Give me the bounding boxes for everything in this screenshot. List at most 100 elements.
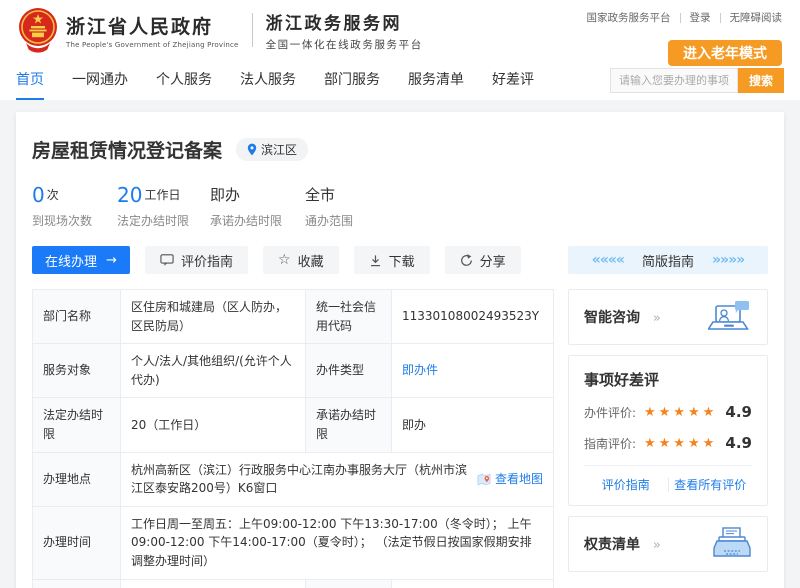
- promise-deadline-value: 即办: [392, 398, 553, 451]
- nav-item-rating[interactable]: 好差评: [492, 60, 534, 100]
- accessibility-link[interactable]: 无障碍阅读: [730, 10, 783, 25]
- service-info-table: 部门名称 区住房和城建局（区人防办，区民防局） 统一社会信用代码 1133010…: [32, 289, 554, 588]
- legal-deadline-value: 20（工作日）: [121, 398, 306, 451]
- star-rating-icons: ★★★★★: [644, 405, 725, 420]
- action-buttons: 在线办理 → 评价指南 ☆ 收藏 下载: [32, 246, 554, 274]
- title-row: 房屋租赁情况登记备案 滨江区: [32, 136, 768, 163]
- nav-item-home[interactable]: 首页: [16, 60, 44, 100]
- stat-unit: 次: [47, 186, 59, 205]
- dept-value: 区住房和城建局（区人防办，区民防局）: [121, 290, 306, 343]
- typewriter-icon: [712, 527, 752, 561]
- stats-strip: 0次 到现场次数 20工作日 法定办结时限 即办 承诺办结时限 全市 通办范围: [32, 181, 768, 229]
- actions-row: 在线办理 → 评价指南 ☆ 收藏 下载: [32, 246, 768, 274]
- nav-item-legal-person[interactable]: 法人服务: [240, 60, 296, 100]
- gov-title-block: 浙江省人民政府 The People's Government of Zheji…: [66, 12, 239, 49]
- smart-consult-title-row: 智能咨询 »: [584, 307, 661, 327]
- target-value: 个人/法人/其他组织/(允许个人代办): [121, 344, 306, 397]
- view-all-ratings-link[interactable]: 查看所有评价: [669, 476, 753, 493]
- star-outline-icon: ☆: [278, 253, 291, 267]
- location-label: 办理地点: [33, 453, 121, 506]
- table-row-contacts: 咨询方式 咨询电话：全国统一咨询投诉热线0571-12345 咨询地址：杭州高新…: [33, 580, 553, 588]
- elder-mode-button[interactable]: 进入老年模式: [668, 40, 782, 66]
- stat-legal-deadline: 20工作日 法定办结时限: [117, 181, 210, 229]
- duty-list-title-row: 权责清单 »: [584, 534, 661, 554]
- case-type-value: 即办件: [392, 344, 553, 397]
- arrow-right-icon: →: [106, 253, 117, 268]
- rating-score: 4.9: [725, 403, 752, 421]
- right-sidebar: 智能咨询 » 事项好差评: [568, 289, 768, 588]
- rating-row-case: 办件评价: ★★★★★ 4.9: [584, 403, 752, 421]
- consult-value-cell: 咨询电话：全国统一咨询投诉热线0571-12345 咨询地址：杭州高新区（滨江）…: [121, 580, 306, 588]
- favorite-button[interactable]: ☆ 收藏: [263, 246, 339, 274]
- stat-label: 法定办结时限: [117, 212, 210, 229]
- rating-panel: 事项好差评 办件评价: ★★★★★ 4.9 指南评价: ★★★★★ 4.9 评价…: [568, 355, 768, 506]
- legal-deadline-label: 法定办结时限: [33, 398, 121, 451]
- national-platform-link[interactable]: 国家政务服务平台: [587, 10, 671, 25]
- rate-guide-label: 评价指南: [181, 251, 233, 270]
- login-link[interactable]: 登录: [690, 10, 711, 25]
- duty-list-title: 权责清单: [584, 537, 640, 553]
- consult-label: 咨询方式: [33, 580, 121, 588]
- search-input[interactable]: [610, 68, 738, 93]
- share-button[interactable]: 分享: [445, 246, 521, 274]
- credit-code-value: 11330108002493523Y: [392, 290, 553, 343]
- rating-panel-title: 事项好差评: [584, 369, 752, 390]
- content-columns: 部门名称 区住房和城建局（区人防办，区民防局） 统一社会信用代码 1133010…: [32, 289, 768, 588]
- nav-item-department[interactable]: 部门服务: [324, 60, 380, 100]
- online-apply-label: 在线办理: [45, 251, 97, 270]
- portal-title-block: 浙江政务服务网 全国一体化在线政务服务平台: [266, 9, 423, 52]
- double-arrow-icon: »: [653, 311, 661, 326]
- view-map-label: 查看地图: [495, 470, 543, 489]
- stat-label: 承诺办结时限: [210, 212, 305, 229]
- brand-block: 浙江省人民政府 The People's Government of Zheji…: [18, 6, 423, 54]
- page-title: 房屋租赁情况登记备案: [32, 136, 222, 163]
- site-header: 浙江省人民政府 The People's Government of Zheji…: [0, 0, 800, 60]
- rating-label: 指南评价:: [584, 435, 644, 452]
- table-row-department: 部门名称 区住房和城建局（区人防办，区民防局） 统一社会信用代码 1133010…: [33, 290, 553, 344]
- portal-name: 浙江政务服务网: [266, 9, 423, 34]
- district-name: 滨江区: [261, 141, 297, 158]
- map-icon: [477, 473, 491, 486]
- stat-value: 0: [32, 185, 45, 205]
- gov-name: 浙江省人民政府: [66, 12, 239, 39]
- favorite-label: 收藏: [298, 251, 324, 270]
- stat-value: 20: [117, 185, 142, 205]
- case-type-link[interactable]: 即办件: [402, 361, 438, 380]
- complaint-value-cell: 投诉电话：全国统一咨询投诉热线0571-12345 投诉地址：杭州高新区（滨江）…: [392, 580, 553, 588]
- rating-links-row: 评价指南 查看所有评价: [584, 465, 752, 493]
- rating-score: 4.9: [725, 434, 752, 452]
- duty-list-card[interactable]: 权责清单 »: [568, 516, 768, 572]
- location-value-cell: 杭州高新区（滨江）行政服务中心江南办事服务大厅（杭州市滨江区泰安路200号）K6…: [121, 453, 553, 506]
- nav-item-personal[interactable]: 个人服务: [156, 60, 212, 100]
- smart-consult-title: 智能咨询: [584, 310, 640, 326]
- hours-value: 工作日周一至周五：上午09:00-12:00 下午13:30-17:00（冬令时…: [121, 507, 553, 579]
- case-type-label: 办件类型: [306, 344, 392, 397]
- view-map-link[interactable]: 查看地图: [477, 470, 543, 489]
- gov-name-en: The People's Government of Zhejiang Prov…: [66, 41, 239, 49]
- smart-consult-card[interactable]: 智能咨询 »: [568, 289, 768, 345]
- nav-item-one-network[interactable]: 一网通办: [72, 60, 128, 100]
- download-button[interactable]: 下载: [354, 246, 430, 274]
- rate-guide-button[interactable]: 评价指南: [145, 246, 248, 274]
- search-button[interactable]: 搜索: [738, 68, 784, 93]
- national-emblem-icon: [18, 6, 58, 54]
- quick-guide-bar[interactable]: «««« 简版指南 »»»»: [568, 246, 768, 274]
- district-badge[interactable]: 滨江区: [236, 138, 308, 161]
- stat-promise-deadline: 即办 承诺办结时限: [210, 181, 305, 229]
- stat-value: 全市: [305, 188, 335, 205]
- chevrons-left-icon: ««««: [592, 252, 624, 268]
- rating-label: 办件评价:: [584, 404, 644, 421]
- top-link-divider: [720, 13, 721, 23]
- dept-label: 部门名称: [33, 290, 121, 343]
- stat-label: 到现场次数: [32, 212, 117, 229]
- stat-value: 即办: [210, 188, 240, 205]
- laptop-chat-icon: [708, 300, 752, 334]
- rating-guide-link[interactable]: 评价指南: [584, 476, 668, 493]
- target-label: 服务对象: [33, 344, 121, 397]
- stat-onsite-visits: 0次 到现场次数: [32, 181, 117, 229]
- online-apply-button[interactable]: 在线办理 →: [32, 246, 130, 274]
- chat-bubble-icon: [160, 254, 174, 267]
- table-row-deadline: 法定办结时限 20（工作日） 承诺办结时限 即办: [33, 398, 553, 452]
- nav-item-service-list[interactable]: 服务清单: [408, 60, 464, 100]
- stat-unit: 工作日: [144, 186, 180, 205]
